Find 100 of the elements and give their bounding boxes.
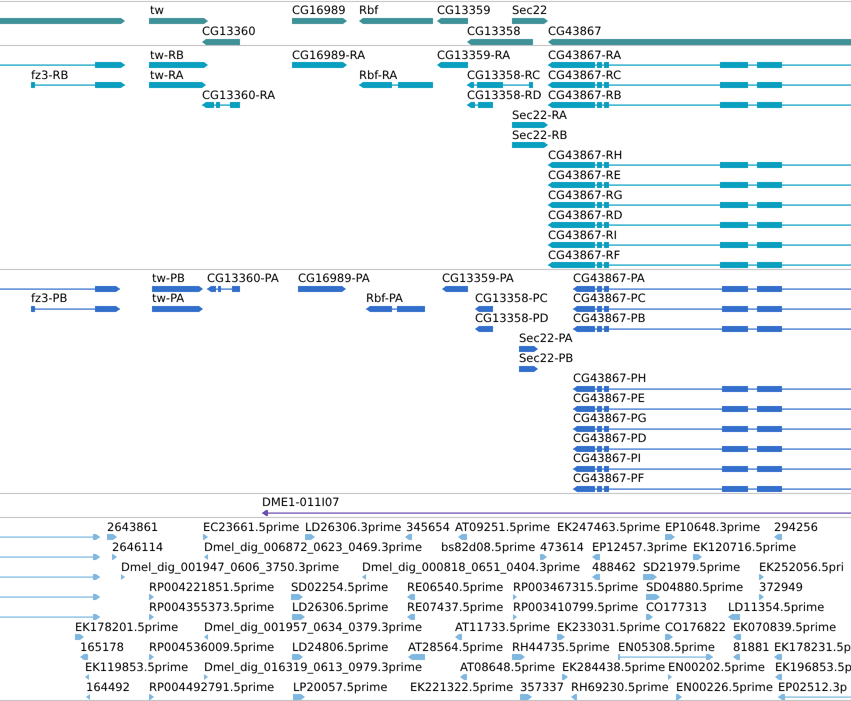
est-label: RP004221851.5prime [149, 581, 274, 594]
est-label: EP02512.3p [778, 681, 848, 694]
polypeptide-label: Sec22-PB [519, 352, 574, 365]
gene-label: Sec22 [512, 4, 548, 17]
est-label: 165178 [80, 641, 124, 654]
polypeptide-label: fz3-PB [31, 292, 68, 305]
gene-label: tw [150, 4, 164, 17]
est-label: 372949 [759, 581, 803, 594]
est-label: LD11354.5prime [728, 601, 824, 614]
est-label: AT11733.5prime [455, 621, 550, 634]
transcript-label: CG13360-RA [202, 89, 276, 102]
est-label: SD04880.5prime [646, 581, 744, 594]
est-label: EK119853.5prime [85, 661, 188, 674]
polypeptide-label: CG13360-PA [207, 272, 279, 285]
est-label: RP003467315.5prime [513, 581, 638, 594]
est-label: RE06540.5prime [407, 581, 504, 594]
est-label: 81881 [733, 641, 770, 654]
polypeptide-label: CG43867-PH [573, 372, 646, 385]
clone-label: DME1-011I07 [262, 496, 340, 509]
transcript-label: CG13358-RD [467, 89, 542, 102]
est-label: EK178231.5p [774, 641, 851, 654]
est-label: 164492 [86, 681, 130, 694]
est-label: EN05308.5prime [618, 641, 715, 654]
est-label: AT09251.5prime [455, 521, 550, 534]
est-label: Dmel_dig_001957_0634_0379.3prime [204, 621, 422, 634]
transcript-label: CG43867-RG [548, 189, 623, 202]
est-label: EK233031.5prime [557, 621, 660, 634]
est-label: Dmel_dig_000818_0651_0404.3prime [362, 561, 580, 574]
est-label: EK196853.5p [775, 661, 851, 674]
transcript-label: CG16989-RA [292, 49, 366, 62]
est-label: 473614 [540, 541, 584, 554]
polypeptide-label: CG43867-PB [573, 312, 646, 325]
transcript-label: CG43867-RH [548, 149, 622, 162]
transcript-label: CG43867-RE [548, 169, 621, 182]
est-label: LD24806.5prime [292, 641, 388, 654]
est-label: 488462 [592, 561, 636, 574]
transcript-label: CG13358-RC [467, 69, 540, 82]
polypeptide-label: CG13358-PD [475, 312, 548, 325]
transcript-label: Sec22-RB [512, 129, 568, 142]
est-label: EK070839.5prime [733, 621, 836, 634]
est-label: LP20057.5prime [293, 681, 388, 694]
gene-label: CG13360 [202, 25, 256, 38]
polypeptide-label: CG13359-PA [442, 272, 514, 285]
est-label: AT08648.5prime [460, 661, 556, 674]
est-label: EK120716.5prime [693, 541, 796, 554]
polypeptide-label: tw-PB [152, 272, 185, 285]
est-label: Dmel_dig_006872_0623_0469.3prime [204, 541, 422, 554]
transcript-label: CG13359-RA [437, 49, 510, 62]
est-label: LD26306.3prime [305, 521, 402, 534]
gene-label: CG43867 [548, 25, 602, 38]
gene-label: CG13358 [467, 25, 521, 38]
polypeptide-label: Sec22-PA [519, 332, 573, 345]
transcript-label: tw-RB [150, 49, 184, 62]
est-label: CO176822 [665, 621, 726, 634]
est-label: RP004355373.5prime [149, 601, 274, 614]
est-label: Dmel_dig_001947_0606_3750.3prime [121, 561, 340, 574]
transcript-label: CG43867-RA [548, 49, 622, 62]
polypeptide-label: CG43867-PC [573, 292, 646, 305]
est-label: EN00226.5prime [676, 681, 773, 694]
est-label: Dmel_dig_016319_0613_0979.3prime [204, 661, 422, 674]
est-label: EP12457.3prime [592, 541, 688, 554]
est-label: CO177313 [646, 601, 707, 614]
polypeptide-label: Rbf-PA [366, 292, 403, 305]
est-label: EK284438.5prime [562, 661, 666, 674]
polypeptide-label: CG43867-PE [573, 392, 645, 405]
est-label: 2646114 [112, 541, 164, 554]
polypeptide-label: CG43867-PA [573, 272, 645, 285]
est-label: RP004536009.5prime [149, 641, 274, 654]
polypeptide-label: CG43867-PF [573, 472, 644, 485]
gene-label: CG16989 [292, 4, 346, 17]
polypeptide-label: CG43867-PG [573, 412, 647, 425]
est-label: RE07437.5prime [407, 601, 504, 614]
est-label: 2643861 [107, 521, 158, 534]
est-label: RH69230.5prime [571, 681, 669, 694]
est-label: EC23661.5prime [203, 521, 300, 534]
polypeptide-label: CG13358-PC [475, 292, 548, 305]
transcript-label: Sec22-RA [512, 109, 567, 122]
est-label: RP004492791.5prime [149, 681, 274, 694]
est-label: EK178201.5prime [75, 621, 178, 634]
transcript-label: Rbf-RA [359, 69, 398, 82]
polypeptide-label: CG16989-PA [298, 272, 370, 285]
polypeptide-label: CG43867-PD [573, 432, 646, 445]
est-label: EK247463.5prime [557, 521, 660, 534]
est-label: EK252056.5pri [759, 561, 844, 574]
est-label: 294256 [774, 521, 818, 534]
est-label: LD26306.5prime [292, 601, 388, 614]
polypeptide-label: tw-PA [152, 292, 184, 305]
est-label: EP10648.3prime [665, 521, 760, 534]
est-label: RP003410799.5prime [513, 601, 638, 614]
est-label: AT28564.5prime [408, 641, 504, 654]
transcript-label: CG43867-RD [548, 209, 623, 222]
transcript-label: CG43867-RB [548, 89, 622, 102]
transcript-label: CG43867-RI [548, 229, 618, 242]
est-label: SD02254.5prime [291, 581, 388, 594]
gene-label: Rbf [359, 4, 378, 17]
est-label: EK221322.5prime [410, 681, 514, 694]
transcript-label: fz3-RB [31, 69, 68, 82]
est-label: bs82d08.5prime [441, 541, 536, 554]
polypeptide-label: CG43867-PI [573, 452, 642, 465]
est-label: EN00202.5prime [668, 661, 765, 674]
